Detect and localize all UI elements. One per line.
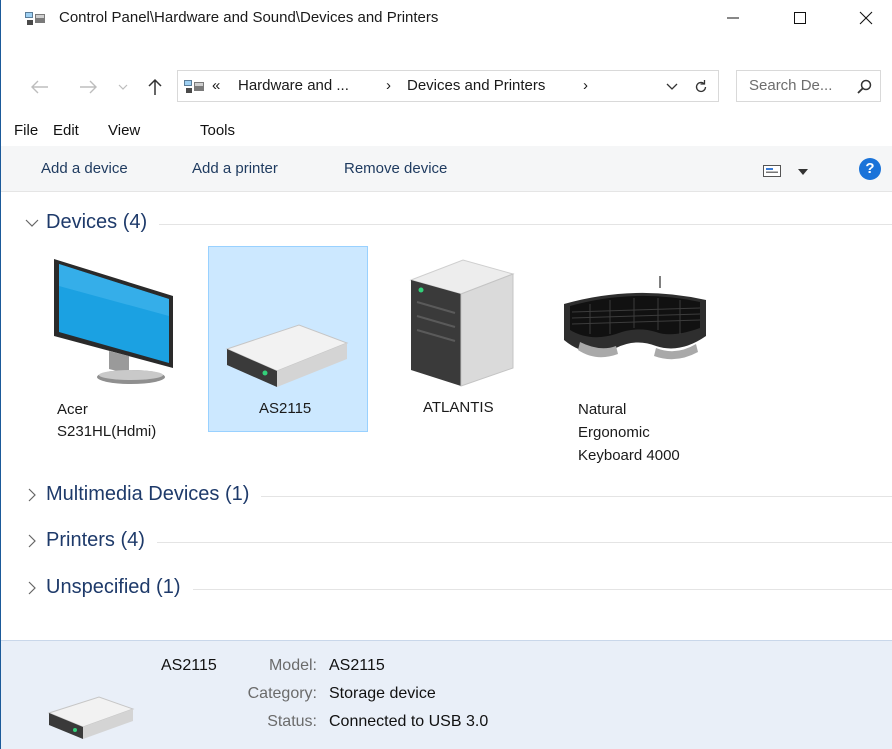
menu-file[interactable]: File <box>14 122 38 139</box>
device-name-line: S231HL(Hdmi) <box>57 423 157 440</box>
group-unspecified-header[interactable]: Unspecified (1) <box>25 575 892 603</box>
address-dropdown-chevron-icon[interactable] <box>666 83 678 91</box>
group-unspecified-label: Unspecified (1) <box>46 576 193 599</box>
group-devices-header[interactable]: Devices (4) <box>25 210 892 238</box>
device-name-line: ATLANTIS <box>423 399 494 416</box>
monitor-icon <box>54 259 173 384</box>
menu-view[interactable]: View <box>108 122 140 139</box>
group-multimedia-devices-label: Multimedia Devices (1) <box>46 483 262 506</box>
external-drive-icon <box>225 324 349 387</box>
group-printers-label: Printers (4) <box>46 529 157 552</box>
details-status-value: Connected to USB 3.0 <box>329 713 489 730</box>
add-printer-button[interactable]: Add a printer <box>192 160 278 177</box>
maximize-button[interactable] <box>777 0 823 36</box>
device-tile-atlantis[interactable]: ATLANTIS <box>381 246 541 431</box>
devices-and-printers-icon <box>25 12 45 25</box>
back-arrow-icon[interactable] <box>31 80 49 94</box>
forward-arrow-icon[interactable] <box>79 80 97 94</box>
group-divider <box>46 224 892 225</box>
change-view-icon[interactable] <box>763 165 781 177</box>
address-bar[interactable]: « Hardware and ... › Devices and Printer… <box>177 70 719 102</box>
add-device-button[interactable]: Add a device <box>41 160 128 177</box>
close-button[interactable] <box>843 0 889 36</box>
breadcrumb-hardware-and-sound[interactable]: Hardware and ... <box>238 77 349 94</box>
view-options-dropdown-icon[interactable] <box>798 169 808 175</box>
keyboard-icon <box>564 276 706 360</box>
chevron-right-icon[interactable] <box>25 581 39 595</box>
group-divider <box>46 542 892 543</box>
window-title: Control Panel\Hardware and Sound\Devices… <box>59 9 439 26</box>
devices-and-printers-window: Control Panel\Hardware and Sound\Devices… <box>0 0 892 749</box>
command-bar: Add a device Add a printer Remove device <box>1 146 892 192</box>
group-devices-label: Devices (4) <box>46 211 160 234</box>
device-tile-natural-ergonomic-keyboard[interactable]: Natural Ergonomic Keyboard 4000 <box>556 246 716 468</box>
breadcrumb-separator[interactable]: › <box>386 77 391 94</box>
up-arrow-icon[interactable] <box>148 78 162 96</box>
device-name-line: Natural <box>578 401 627 418</box>
chevron-down-icon[interactable] <box>25 216 39 230</box>
details-pane: AS2115 Model: AS2115 Category: Storage d… <box>1 640 892 749</box>
external-drive-icon <box>47 696 135 739</box>
details-category-label: Category: <box>247 685 317 702</box>
remove-device-button[interactable]: Remove device <box>344 160 447 177</box>
breadcrumb-devices-and-printers[interactable]: Devices and Printers <box>407 77 545 94</box>
chevron-right-icon[interactable] <box>25 488 39 502</box>
details-status-label: Status: <box>267 713 317 730</box>
minimize-icon <box>727 17 739 19</box>
device-tile-as2115[interactable]: AS2115 <box>208 246 368 432</box>
details-model-label: Model: <box>268 657 317 674</box>
details-category-value: Storage device <box>329 685 436 702</box>
device-name-line: AS2115 <box>259 400 312 417</box>
menu-edit[interactable]: Edit <box>53 122 79 139</box>
group-printers-header[interactable]: Printers (4) <box>25 528 892 556</box>
breadcrumb-overflow[interactable]: « <box>212 77 220 94</box>
refresh-icon[interactable] <box>694 78 708 94</box>
device-name-line: Ergonomic <box>578 424 650 441</box>
device-name-line: Keyboard 4000 <box>578 447 680 464</box>
close-icon <box>859 11 873 25</box>
search-box[interactable]: Search De... <box>736 70 881 102</box>
device-name-line: Acer <box>57 401 88 418</box>
devices-and-printers-icon <box>184 80 204 93</box>
device-tile-acer-monitor[interactable]: Acer S231HL(Hdmi) <box>41 246 201 440</box>
search-placeholder: Search De... <box>749 77 833 94</box>
menu-tools[interactable]: Tools <box>200 122 235 139</box>
recent-locations-chevron-icon[interactable] <box>118 84 128 91</box>
maximize-icon <box>794 12 806 24</box>
computer-tower-icon <box>409 259 515 387</box>
title-bar: Control Panel\Hardware and Sound\Devices… <box>1 0 892 36</box>
group-multimedia-devices-header[interactable]: Multimedia Devices (1) <box>25 482 892 510</box>
menu-bar: File Edit View Tools <box>1 118 892 144</box>
minimize-button[interactable] <box>710 0 756 36</box>
details-model-value: AS2115 <box>329 657 385 674</box>
help-button[interactable]: ? <box>859 158 881 180</box>
search-icon[interactable] <box>857 79 872 94</box>
breadcrumb-separator[interactable]: › <box>583 77 588 94</box>
chevron-right-icon[interactable] <box>25 534 39 548</box>
